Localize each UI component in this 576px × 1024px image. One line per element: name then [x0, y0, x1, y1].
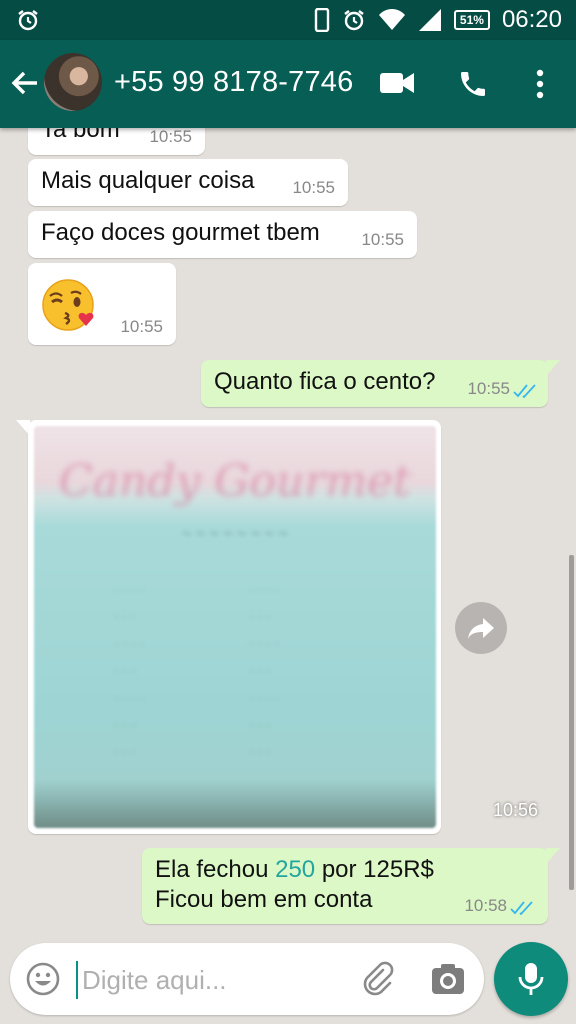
message-time: 10:55	[120, 317, 163, 336]
status-bar: 51% 06:20	[0, 0, 576, 40]
message-text-part: por 125R$	[321, 856, 434, 883]
read-ticks-icon	[513, 384, 536, 399]
message-text: Ta bom	[41, 128, 120, 143]
message-out-2[interactable]: Ela fechou 250 por 125R$ Ficou bem em co…	[142, 848, 548, 924]
forward-icon	[468, 618, 494, 639]
read-ticks-icon	[510, 901, 533, 916]
signal-icon	[418, 9, 441, 31]
avatar[interactable]	[44, 53, 102, 111]
message-out-1[interactable]: Quanto fica o cento? 10:55	[201, 360, 548, 407]
image-time: 10:56	[492, 800, 538, 820]
attach-icon[interactable]	[360, 961, 396, 997]
video-call-icon[interactable]	[379, 70, 415, 96]
message-number-link[interactable]: 250	[275, 856, 315, 883]
message-text: Faço doces gourmet tbem	[41, 219, 320, 246]
phone-call-icon[interactable]	[457, 68, 489, 100]
message-input-bar	[10, 943, 484, 1015]
chat-area[interactable]: Ta bom 10:55 Mais qualquer coisa 10:55 F…	[0, 128, 576, 940]
contact-name[interactable]: +55 99 8178-7746	[114, 66, 353, 99]
more-vert-icon[interactable]	[530, 68, 550, 100]
image-decor: · · · · · · · · · · · · · · · · · · · · · · · …	[114, 581, 145, 759]
emoji-icon[interactable]	[26, 962, 60, 996]
message-text-line: Ficou bem em conta	[155, 886, 373, 913]
message-time: 10:55	[361, 230, 404, 249]
message-time: 10:58	[464, 896, 507, 915]
message-in-1[interactable]: Ta bom 10:55	[28, 128, 205, 155]
camera-icon[interactable]	[430, 962, 466, 996]
microphone-icon	[518, 963, 544, 995]
message-time: 10:55	[467, 379, 510, 398]
scrollbar[interactable]	[569, 555, 574, 890]
image-decor: ~ ~ ~ ~ ~ ~ ~ ~	[182, 526, 288, 543]
text-cursor	[76, 961, 78, 999]
wifi-icon	[378, 9, 405, 30]
message-text-part: Ela fechou	[155, 856, 269, 883]
mic-button[interactable]	[494, 942, 568, 1016]
message-in-4[interactable]: 10:55	[28, 263, 176, 345]
message-text: Mais qualquer coisa	[41, 167, 255, 194]
message-input[interactable]	[80, 957, 354, 1003]
back-arrow-icon[interactable]	[10, 68, 40, 98]
message-time: 10:55	[149, 128, 192, 146]
message-time: 10:55	[292, 178, 335, 197]
bubble-tail	[546, 848, 560, 864]
bubble-tail	[546, 360, 560, 376]
winking-kiss-emoji	[42, 279, 94, 331]
message-text-line: Ela fechou 250 por 125R$	[155, 856, 434, 884]
message-in-3[interactable]: Faço doces gourmet tbem 10:55	[28, 211, 417, 258]
image-decor: · · · · · · · · · · · · · · · · · · · · · · · …	[249, 581, 280, 759]
phone-icon	[314, 8, 330, 32]
message-text: Quanto fica o cento?	[214, 368, 436, 395]
image-attachment[interactable]: Candy Gourmet ~ ~ ~ ~ ~ ~ ~ ~ · · · · · ·…	[34, 426, 436, 828]
alarm-icon	[18, 10, 38, 31]
alarm-clock-icon	[344, 10, 364, 31]
forward-button[interactable]	[455, 602, 507, 654]
message-in-2[interactable]: Mais qualquer coisa 10:55	[28, 159, 348, 206]
app-bar: +55 99 8178-7746	[0, 40, 576, 128]
status-time: 06:20	[501, 6, 562, 33]
battery-icon: 51%	[453, 10, 490, 30]
image-title: Candy Gourmet	[59, 456, 411, 507]
